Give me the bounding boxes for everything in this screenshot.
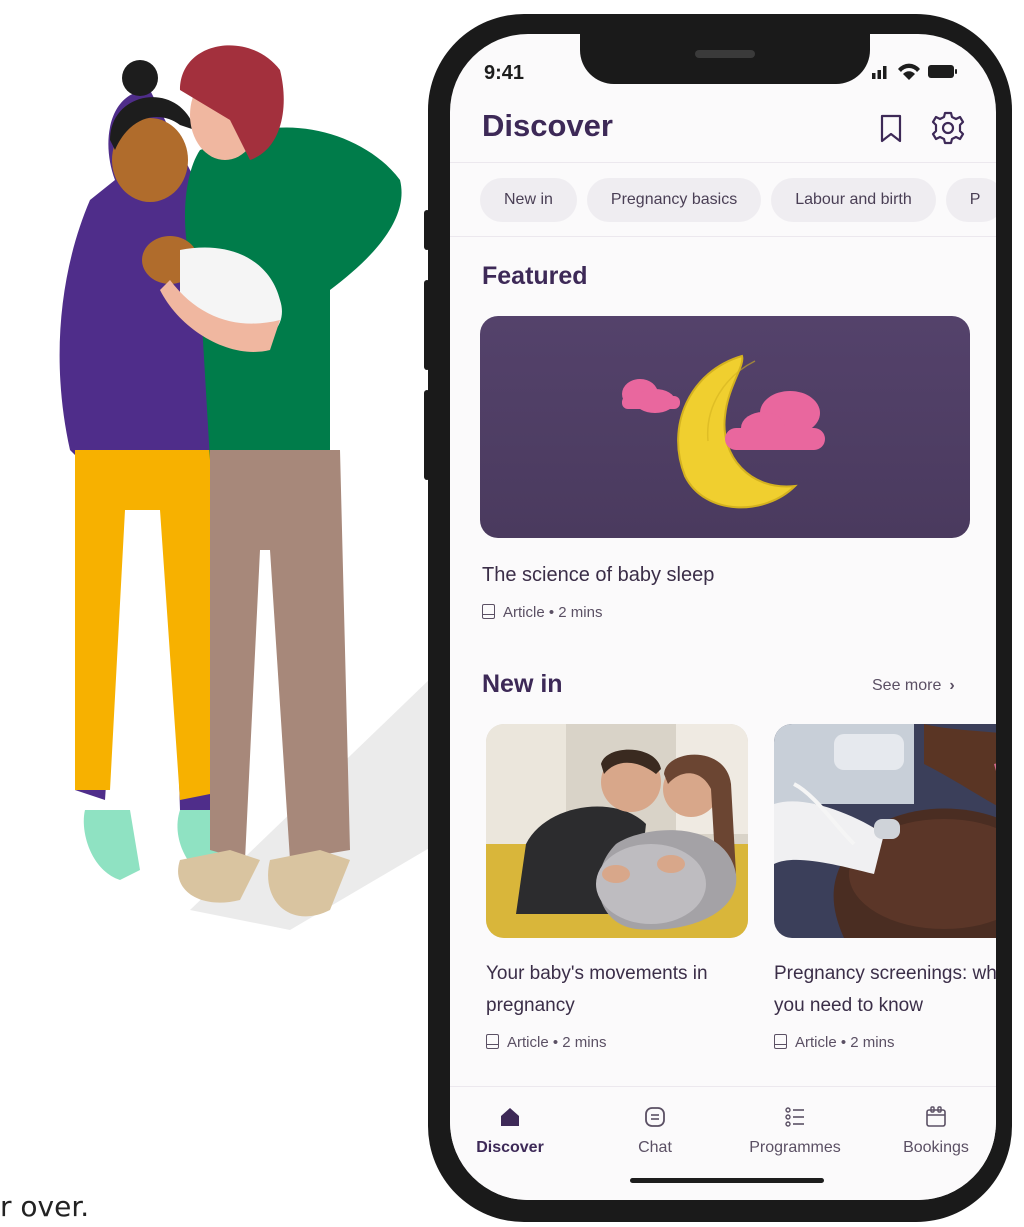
book-icon [482,604,495,619]
featured-section-title: Featured [482,262,588,290]
featured-headline[interactable]: The science of baby sleep [482,564,714,587]
article-card-meta: Article • 2 mins [486,1034,606,1051]
tab-label: Discover [476,1139,544,1156]
family-illustration [59,45,450,930]
home-icon [501,1108,519,1126]
article-card-title[interactable]: Pregnancy screenings: what you need to k… [774,958,996,1022]
app-screen: 9:41 Discover New in Pregnancy basics Labo… [450,34,996,1200]
chat-icon [645,1107,665,1127]
bookmark-icon[interactable] [878,114,904,144]
article-card-title[interactable]: Your baby's movements in pregnancy [486,958,748,1022]
chip-new-in[interactable]: New in [480,178,577,222]
chevron-right-icon: › [949,677,955,694]
tab-discover[interactable]: Discover [450,1105,570,1157]
article-card-image[interactable] [774,724,996,938]
see-more-link[interactable]: See more › [872,677,955,695]
ultrasound-photo [774,724,996,938]
book-icon [774,1034,787,1049]
new-in-section-title: New in [482,670,563,698]
tab-label: Programmes [749,1139,841,1156]
calendar-icon [926,1106,946,1127]
see-more-label: See more [872,677,942,694]
chip-partial[interactable]: P [945,178,996,222]
couple-photo [486,724,748,938]
featured-meta-text: Article • 2 mins [503,604,603,621]
article-card-image[interactable] [486,724,748,938]
tab-chat[interactable]: Chat [595,1105,715,1157]
tab-programmes[interactable]: Programmes [735,1105,855,1157]
tab-label: Bookings [903,1139,969,1156]
status-icons [872,63,957,80]
featured-meta: Article • 2 mins [482,604,602,621]
chip-pregnancy-basics[interactable]: Pregnancy basics [586,178,762,222]
list-icon [785,1107,804,1127]
moon-illustration [622,354,825,509]
tab-label: Chat [638,1139,672,1156]
article-card-meta: Article • 2 mins [774,1034,894,1051]
article-card-meta-text: Article • 2 mins [795,1034,895,1051]
article-card-meta-text: Article • 2 mins [507,1034,607,1051]
status-time: 9:41 [484,62,525,84]
phone-notch [580,34,870,84]
featured-article-card[interactable] [480,316,970,538]
page-title: Discover [482,108,613,143]
tab-bookings[interactable]: Bookings [876,1105,996,1157]
home-indicator [630,1178,824,1183]
chip-labour-and-birth[interactable]: Labour and birth [771,178,936,222]
category-chips: New in Pregnancy basics Labour and birth P [480,178,996,224]
book-icon [486,1034,499,1049]
settings-gear-icon[interactable] [930,110,966,146]
caption-fragment: r over. [0,1190,90,1223]
